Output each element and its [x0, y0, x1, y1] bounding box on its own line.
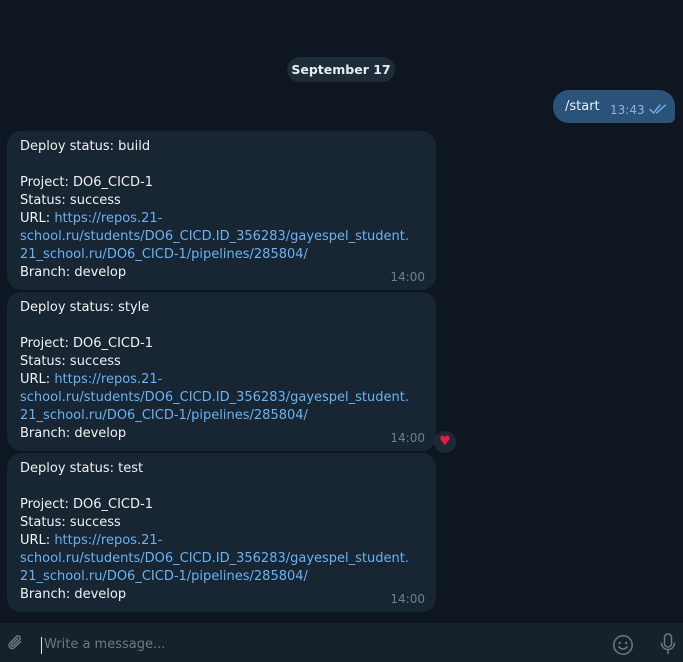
heart-reaction-icon[interactable]: ♥ [434, 431, 456, 453]
message-branch: Branch: develop [20, 426, 127, 441]
message-project: Project: DO6_CICD-1 [20, 497, 153, 512]
incoming-message[interactable]: Deploy status: build Project: DO6_CICD-1… [7, 131, 436, 290]
message-title: Deploy status: build [20, 139, 151, 154]
message-time: 13:43 [610, 103, 645, 117]
pipeline-link[interactable]: https://repos.21- [54, 533, 162, 548]
text-caret [41, 637, 42, 654]
message-time: 14:00 [390, 431, 425, 445]
date-separator: September 17 [287, 57, 395, 82]
message-status: Status: success [20, 354, 121, 369]
double-check-icon [649, 104, 667, 114]
pipeline-link[interactable]: 21_school.ru/DO6_CICD-1/pipelines/285804… [20, 408, 308, 423]
url-label: URL: [20, 533, 55, 548]
message-input[interactable] [44, 634, 564, 654]
message-branch: Branch: develop [20, 265, 127, 280]
pipeline-link[interactable]: https://repos.21- [54, 211, 162, 226]
pipeline-link[interactable]: 21_school.ru/DO6_CICD-1/pipelines/285804… [20, 247, 308, 262]
message-time: 14:00 [390, 592, 425, 606]
message-text: /start [565, 99, 600, 114]
url-label: URL: [20, 211, 55, 226]
message-project: Project: DO6_CICD-1 [20, 175, 153, 190]
pipeline-link[interactable]: https://repos.21- [54, 372, 162, 387]
incoming-message[interactable]: Deploy status: style Project: DO6_CICD-1… [7, 292, 436, 451]
message-project: Project: DO6_CICD-1 [20, 336, 153, 351]
message-title: Deploy status: style [20, 300, 150, 315]
pipeline-link[interactable]: school.ru/students/DO6_CICD.ID_356283/ga… [20, 551, 409, 566]
message-title: Deploy status: test [20, 461, 144, 476]
pipeline-link[interactable]: school.ru/students/DO6_CICD.ID_356283/ga… [20, 229, 409, 244]
pipeline-link[interactable]: school.ru/students/DO6_CICD.ID_356283/ga… [20, 390, 409, 405]
url-label: URL: [20, 372, 55, 387]
outgoing-message[interactable]: /start 13:43 [553, 90, 675, 123]
chat-history[interactable]: September 17 /start 13:43 Deploy status:… [0, 0, 683, 622]
message-status: Status: success [20, 193, 121, 208]
message-status: Status: success [20, 515, 121, 530]
microphone-icon[interactable] [658, 632, 678, 656]
pipeline-link[interactable]: 21_school.ru/DO6_CICD-1/pipelines/285804… [20, 569, 308, 584]
incoming-message[interactable]: Deploy status: test Project: DO6_CICD-1 … [7, 453, 436, 612]
message-branch: Branch: develop [20, 587, 127, 602]
message-composer [0, 622, 683, 662]
smile-icon[interactable] [612, 634, 634, 656]
message-time: 14:00 [390, 270, 425, 284]
paperclip-icon[interactable] [6, 633, 26, 653]
